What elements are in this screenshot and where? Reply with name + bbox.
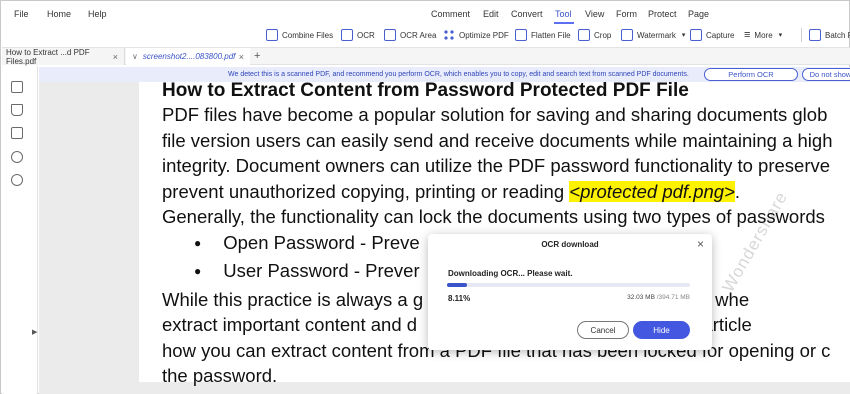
close-icon[interactable]: × — [239, 52, 244, 62]
attachment-icon[interactable] — [11, 151, 23, 163]
downloaded-size: 32.03 MB — [627, 294, 655, 301]
progress-fill — [447, 283, 467, 287]
more-button[interactable]: ≡ More ▾ — [744, 27, 782, 43]
app-window: File Home Help Comment Edit Convert Tool… — [0, 0, 850, 394]
doc-tab-2-label: screenshot2....083800.pdf — [142, 52, 236, 61]
batch-process-label: Batch P — [825, 30, 850, 40]
left-sidebar: ▶ — [2, 66, 38, 394]
flatten-file-icon — [515, 29, 527, 41]
paragraph-line: PDF files have become a popular solution… — [162, 104, 828, 125]
watermark-label: Watermark — [637, 30, 676, 40]
tab-convert[interactable]: Convert — [511, 9, 543, 19]
optimize-pdf-button[interactable]: Optimize PDF — [443, 27, 509, 43]
crop-button[interactable]: Crop — [578, 27, 611, 43]
dialog-title: OCR download — [541, 240, 599, 249]
capture-icon — [690, 29, 702, 41]
crop-icon — [578, 29, 590, 41]
new-tab-button[interactable]: + — [254, 50, 260, 62]
download-progress-bar — [447, 283, 690, 287]
tab-tool[interactable]: Tool — [555, 9, 572, 19]
flatten-file-label: Flatten File — [531, 30, 571, 40]
capture-button[interactable]: Capture — [690, 27, 734, 43]
optimize-pdf-icon — [443, 29, 455, 41]
banner-message: We detect this is a scanned PDF, and rec… — [228, 71, 689, 78]
tab-form[interactable]: Form — [616, 9, 637, 19]
more-label: More — [754, 30, 773, 40]
tab-edit[interactable]: Edit — [483, 9, 499, 19]
line-text: prevent unauthorized copying, printing o… — [162, 180, 570, 202]
progress-percent: 8.11% — [448, 294, 471, 303]
download-size: 32.03 MB /394.71 MB — [627, 294, 690, 301]
expand-panel-icon[interactable]: ▶ — [32, 328, 37, 336]
download-status: Downloading OCR... Please wait. — [448, 269, 573, 278]
flatten-file-button[interactable]: Flatten File — [515, 27, 571, 43]
thumbnails-icon[interactable] — [11, 81, 23, 93]
ocr-button[interactable]: OCR — [341, 27, 375, 43]
chevron-down-icon: ∨ — [132, 52, 138, 61]
doc-tab-1[interactable]: How to Extract ...d PDF Files.pdf × — [2, 47, 125, 66]
batch-process-button[interactable]: Batch P — [809, 27, 850, 43]
ocr-icon — [341, 29, 353, 41]
bookmark-icon[interactable] — [11, 104, 23, 116]
toolbar-divider — [801, 28, 802, 42]
menu-help[interactable]: Help — [88, 9, 107, 19]
ocr-area-button[interactable]: OCR Area — [384, 27, 436, 43]
hide-button[interactable]: Hide — [633, 321, 690, 339]
highlighted-image-placeholder: <protected pdf.png> — [569, 180, 735, 202]
tab-protect[interactable]: Protect — [648, 9, 677, 19]
combine-files-label: Combine Files — [282, 30, 334, 40]
total-size: /394.71 MB — [654, 294, 690, 301]
cancel-button[interactable]: Cancel — [577, 321, 629, 339]
combine-files-icon — [266, 29, 278, 41]
optimize-pdf-label: Optimize PDF — [459, 30, 509, 40]
line-text: . — [734, 180, 741, 202]
combine-files-button[interactable]: Combine Files — [266, 27, 333, 43]
menu-home[interactable]: Home — [47, 9, 71, 19]
close-icon[interactable]: × — [113, 52, 118, 62]
watermark-icon — [621, 29, 633, 41]
watermark-button[interactable]: Watermark ▾ — [621, 27, 685, 43]
document-title: How to Extract Content from Password Pro… — [162, 80, 689, 101]
capture-label: Capture — [706, 30, 735, 40]
batch-process-icon — [809, 29, 821, 41]
comment-icon[interactable] — [11, 127, 23, 139]
chevron-down-icon: ▾ — [778, 32, 783, 39]
chevron-down-icon: ▾ — [681, 32, 686, 39]
ocr-download-dialog: OCR download × Downloading OCR... Please… — [428, 234, 712, 350]
document-tab-strip: How to Extract ...d PDF Files.pdf × ∨ sc… — [2, 47, 850, 66]
tool-toolbar: Combine Files OCR OCR Area Optimize PDF … — [2, 24, 850, 46]
hamburger-icon: ≡ — [744, 29, 751, 41]
tab-page[interactable]: Page — [688, 9, 709, 19]
ocr-area-icon — [384, 29, 396, 41]
ocr-label: OCR — [357, 30, 375, 40]
menu-bar: File Home Help Comment Edit Convert Tool… — [2, 2, 850, 24]
paragraph-line: the password. — [162, 365, 278, 386]
close-icon[interactable]: × — [697, 237, 704, 251]
paragraph-line: Generally, the functionality can lock th… — [162, 206, 825, 227]
tab-comment[interactable]: Comment — [431, 9, 470, 19]
paragraph-line: prevent unauthorized copying, printing o… — [162, 179, 832, 205]
search-icon[interactable] — [11, 174, 23, 186]
tab-view[interactable]: View — [585, 9, 604, 19]
doc-tab-1-label: How to Extract ...d PDF Files.pdf — [6, 47, 90, 66]
paragraph-line: integrity. Document owners can utilize t… — [162, 155, 831, 176]
ocr-area-label: OCR Area — [400, 30, 437, 40]
paragraph-line: file version users can easily send and r… — [162, 129, 833, 151]
crop-label: Crop — [594, 30, 612, 40]
doc-tab-2[interactable]: ∨ screenshot2....083800.pdf × — [126, 48, 250, 65]
menu-file[interactable]: File — [14, 9, 29, 19]
